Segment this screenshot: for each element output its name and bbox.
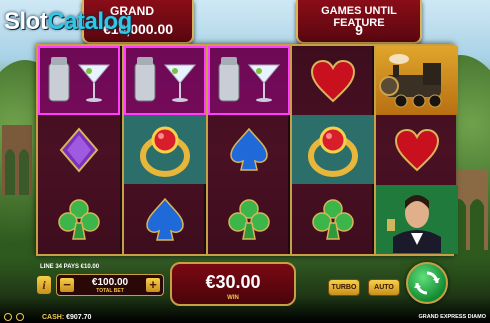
- info-button[interactable]: i: [37, 276, 51, 294]
- total-bet-panel: − €100.00 TOTAL BET +: [56, 274, 164, 296]
- reel-4: [290, 46, 374, 254]
- cash-balance: CASH: €907.70: [42, 314, 91, 321]
- win-panel: €30.00 WIN: [170, 262, 296, 306]
- total-bet-value: €100.00: [91, 277, 129, 288]
- symbol-gentleman-with-drink: [376, 185, 458, 254]
- reel-5: [374, 46, 458, 254]
- spin-arrows-icon: [414, 271, 440, 295]
- feature-counter-plaque: GAMES UNTIL FEATURE 9: [296, 0, 422, 44]
- win-value: €30.00: [205, 272, 261, 292]
- total-bet-label: TOTAL BET: [96, 288, 124, 294]
- line-win-text: LINE 34 PAYS €10.00: [40, 264, 100, 270]
- symbol-blue-spade: [208, 115, 290, 184]
- reel-grid: [36, 44, 458, 256]
- symbol-ruby-ring: [292, 115, 374, 184]
- symbol-blue-spade: [124, 185, 206, 254]
- symbol-cocktail-shaker-and-martini: [124, 46, 206, 115]
- bet-increase-button[interactable]: +: [146, 278, 160, 292]
- bet-decrease-button[interactable]: −: [60, 278, 74, 292]
- watermark-logo: SlotCatalog: [4, 8, 132, 35]
- symbol-purple-diamond: [38, 115, 120, 184]
- spin-button[interactable]: [406, 262, 448, 304]
- menu-icon[interactable]: [4, 313, 12, 321]
- symbol-red-heart: [376, 115, 458, 184]
- symbol-green-club: [292, 185, 374, 254]
- turbo-button[interactable]: TURBO: [328, 279, 360, 296]
- auto-button[interactable]: AUTO: [368, 279, 400, 296]
- game-name: GRAND EXPRESS DIAMO: [418, 314, 486, 320]
- reel-1: [38, 46, 120, 254]
- symbol-green-club: [208, 185, 290, 254]
- symbol-green-club: [38, 185, 120, 254]
- reel-3: [206, 46, 290, 254]
- viaduct-left-icon: [2, 125, 32, 195]
- reel-2: [122, 46, 206, 254]
- symbol-ruby-ring: [124, 115, 206, 184]
- win-label: WIN: [227, 295, 239, 301]
- symbol-red-heart: [292, 46, 374, 115]
- sound-icon[interactable]: [16, 313, 24, 321]
- symbol-cocktail-shaker-and-martini: [38, 46, 120, 115]
- feature-counter-value: 9: [355, 22, 363, 38]
- cash-label: CASH:: [42, 314, 65, 321]
- game-stage: SlotCatalog GRAND €10,000.00 GAMES UNTIL…: [0, 0, 490, 323]
- cash-value: €907.70: [66, 314, 92, 321]
- symbol-cocktail-shaker-and-martini: [208, 46, 290, 115]
- symbol-steam-train: [376, 46, 458, 115]
